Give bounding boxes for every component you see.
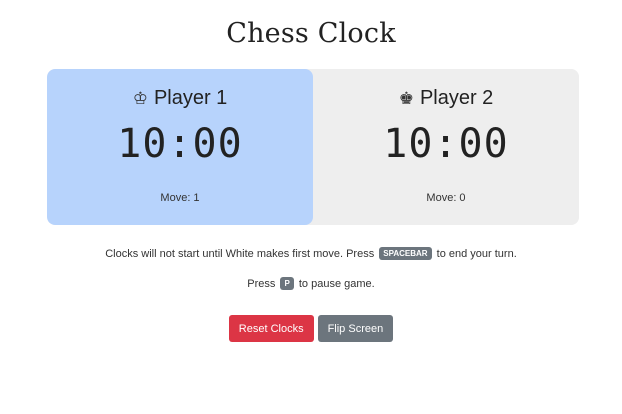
player-1-header: ♔ Player 1 xyxy=(47,87,313,110)
start-instructions: Clocks will not start until White makes … xyxy=(0,247,622,260)
p-key-badge: P xyxy=(280,277,294,290)
player-1-name: Player 1 xyxy=(153,87,228,109)
pause-text-before: Press xyxy=(247,278,276,290)
player-2-header: ♚ Player 2 xyxy=(313,87,579,110)
page-title: Chess Clock xyxy=(226,18,396,49)
pause-instructions: Press P to pause game. xyxy=(0,277,622,290)
spacebar-key-badge: SPACEBAR xyxy=(379,247,432,260)
white-king-icon: ♔ xyxy=(132,89,148,109)
player-2-move-count: Move: 0 xyxy=(426,192,466,204)
button-group: Reset Clocks Flip Screen xyxy=(0,315,622,342)
instructions-text-after: to end your turn. xyxy=(436,248,517,260)
player-2-time: 10:00 xyxy=(383,121,509,167)
reset-clocks-button[interactable]: Reset Clocks xyxy=(228,315,314,342)
clock-panel: ♔ Player 1 10:00 Move: 1 ♚ Player 2 10:00 … xyxy=(47,69,579,225)
player-2-name: Player 2 xyxy=(419,87,494,109)
player-1-time: 10:00 xyxy=(117,121,243,167)
player-1-clock[interactable]: ♔ Player 1 10:00 Move: 1 xyxy=(47,69,313,225)
pause-text-after: to pause game. xyxy=(298,278,375,290)
black-king-icon: ♚ xyxy=(398,89,414,109)
flip-screen-button[interactable]: Flip Screen xyxy=(317,315,394,342)
instructions-text-before: Clocks will not start until White makes … xyxy=(105,248,375,260)
player-2-clock[interactable]: ♚ Player 2 10:00 Move: 0 xyxy=(313,69,579,225)
player-1-move-count: Move: 1 xyxy=(160,192,200,204)
